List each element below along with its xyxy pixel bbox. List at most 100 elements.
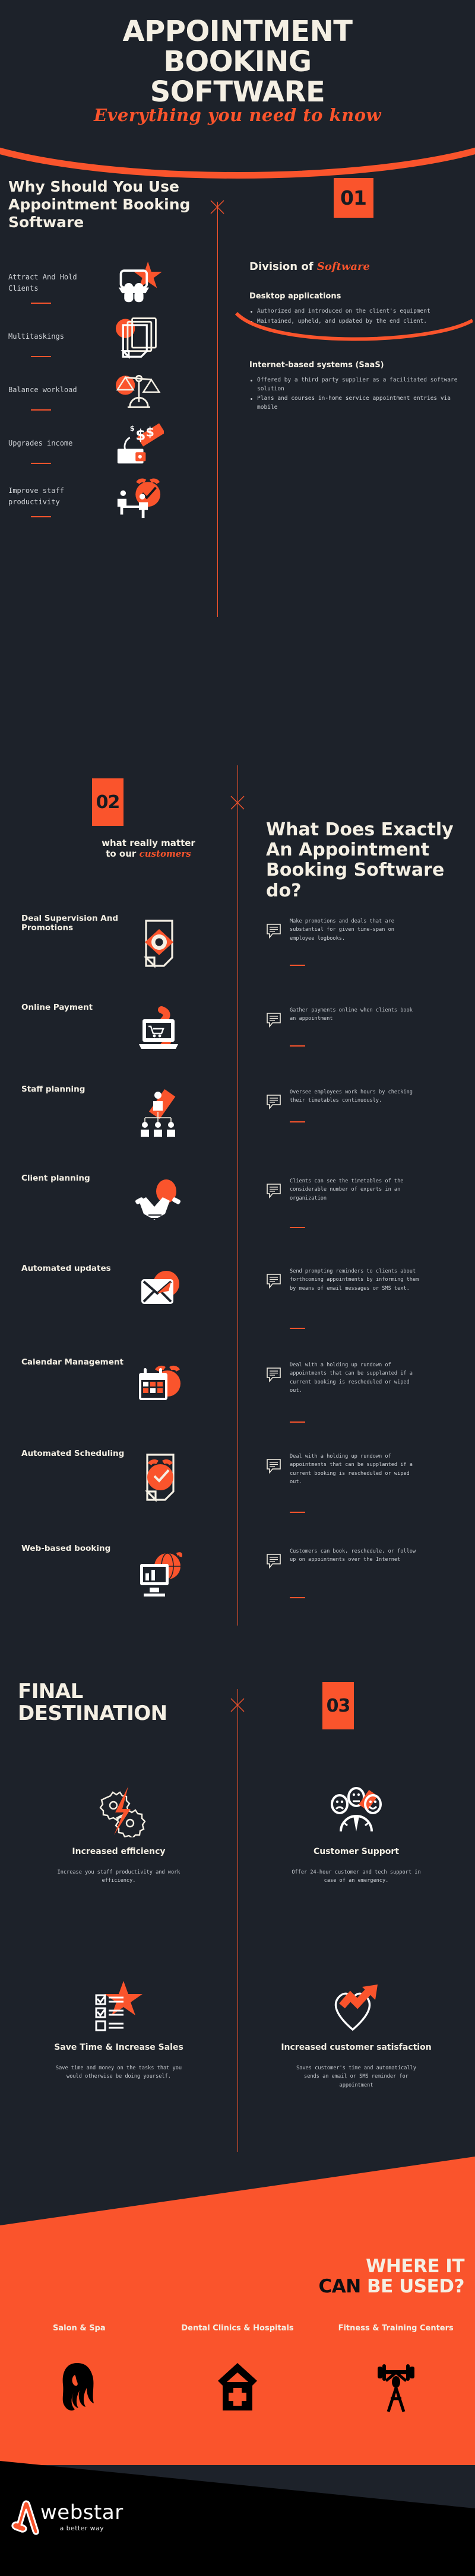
checklist-star-icon xyxy=(24,1979,214,2033)
list-item: Dental Clinics & Hospitals xyxy=(159,2324,317,2413)
feature-title: Staff planning xyxy=(21,1085,86,1094)
desktop-applications-heading: Desktop applications xyxy=(249,292,341,301)
kicker-line-2: to our customers xyxy=(92,848,205,859)
accent-rule xyxy=(290,965,305,966)
footer: webstar a better way xyxy=(0,2461,475,2576)
feature-title: Automated updates xyxy=(21,1264,111,1273)
org-chart-icon xyxy=(133,1085,190,1141)
svg-text:$: $ xyxy=(145,425,154,440)
why-item-label: Improve staff productivity xyxy=(8,486,64,506)
speech-bubble-icon xyxy=(266,1553,281,1569)
list-item: Plans and courses in-home service appoin… xyxy=(249,395,463,412)
feature-title: Deal Supervision And Promotions xyxy=(21,914,119,933)
hospital-icon xyxy=(159,2361,317,2413)
feature-description: Make promotions and deals that are subst… xyxy=(290,918,394,942)
heart-arrow-icon xyxy=(261,1979,451,2033)
section-02-kicker: what really matter to our customers xyxy=(92,838,205,859)
speech-bubble-icon xyxy=(266,1183,281,1199)
kicker-line-2-script: customers xyxy=(139,848,191,859)
brand-logo[interactable]: webstar a better way xyxy=(11,2499,124,2536)
benefit-card: Increased efficiency Increase you staff … xyxy=(24,1783,214,1885)
section-01-divider xyxy=(217,202,218,617)
handshake-icon xyxy=(133,1173,190,1230)
laptop-cart-icon xyxy=(133,1003,190,1060)
accent-rule xyxy=(31,463,51,464)
feature-row: Client planning Clients can see the time… xyxy=(0,1168,475,1257)
hair-salon-icon xyxy=(0,2361,159,2413)
final-heading-line-1: FINAL xyxy=(18,1680,83,1703)
envelope-icon xyxy=(133,1264,190,1321)
accent-rule xyxy=(290,1121,305,1122)
feature-title: Automated Scheduling xyxy=(21,1449,125,1458)
benefit-card: Increased customer satisfaction Saves cu… xyxy=(261,1979,451,2090)
list-item: Improve staff productivity xyxy=(8,473,204,520)
section-02-heading: What Does Exactly An Appointment Booking… xyxy=(266,819,454,901)
feature-row: Online Payment Gather payments online wh… xyxy=(0,997,475,1086)
hero-swoosh-decoration xyxy=(0,135,475,183)
list-item: Upgrades income $ $ $ xyxy=(8,420,204,466)
saas-bullets: Offered by a third party supplier as a f… xyxy=(249,376,463,412)
list-item: Offered by a third party supplier as a f… xyxy=(249,376,463,393)
feature-title: Online Payment xyxy=(21,1003,93,1012)
division-title-plain: Division of xyxy=(249,260,314,273)
list-item: Salon & Spa xyxy=(0,2324,159,2413)
benefit-description: Offer 24-hour customer and tech support … xyxy=(292,1869,421,1884)
stacked-documents-icon xyxy=(113,314,164,360)
why-item-label: Balance workload xyxy=(8,385,77,394)
where-title-line-2: CAN BE USED? xyxy=(318,2276,465,2298)
accent-rule xyxy=(31,356,51,357)
speech-bubble-icon xyxy=(266,1012,281,1028)
section-01-heading: Why Should You Use Appointment Booking S… xyxy=(8,178,191,231)
kicker-line-2-plain: to our xyxy=(106,848,137,859)
division-column: 01 Division of Software Desktop applicat… xyxy=(235,178,473,414)
balance-scale-icon xyxy=(113,367,164,412)
section-03: FINAL DESTINATION 03 Increased efficienc… xyxy=(0,1634,475,2157)
division-title-script: Software xyxy=(316,260,370,273)
feature-description: Customers can book, reschedule, or follo… xyxy=(290,1548,416,1563)
infographic-page: APPOINTMENT BOOKING SOFTWARE Everything … xyxy=(0,0,475,2576)
speech-bubble-icon xyxy=(266,1094,281,1110)
clients-star-icon xyxy=(113,260,164,306)
hero-subtitle: Everything you need to know xyxy=(93,104,382,125)
where-title-line-1: WHERE IT xyxy=(366,2256,464,2277)
section-02-number-badge: 02 xyxy=(92,778,124,826)
document-alarm-icon xyxy=(133,1449,190,1506)
feature-description: Deal with a holding up rundown of appoin… xyxy=(290,1362,413,1394)
section-03-heading: FINAL DESTINATION xyxy=(18,1681,167,1724)
list-item: Balance workload xyxy=(8,367,204,413)
hero-line-3: SOFTWARE xyxy=(150,75,325,109)
accent-rule xyxy=(31,303,51,304)
feature-row: Automated Scheduling Deal with a holding… xyxy=(0,1443,475,1532)
hero-line-2: BOOKING xyxy=(163,44,312,78)
section-02: 02 what really matter to our customers W… xyxy=(0,653,475,1634)
accent-rule xyxy=(31,409,51,411)
x-mark-icon xyxy=(230,1697,245,1713)
section-03-number-badge: 03 xyxy=(322,1682,354,1729)
saas-heading: Internet-based systems (SaaS) xyxy=(249,360,384,370)
benefit-title: Save Time & Increase Sales xyxy=(54,2043,183,2052)
kicker-line-1: what really matter xyxy=(102,838,195,848)
why-use-column: Why Should You Use Appointment Booking S… xyxy=(8,178,204,527)
where-title-can: CAN xyxy=(318,2276,362,2298)
weightlifter-icon xyxy=(316,2361,475,2413)
why-item-label: Multitaskings xyxy=(8,332,64,341)
accent-rule xyxy=(290,1421,305,1423)
why-item-label: Attract And Hold Clients xyxy=(8,273,77,292)
feature-title: Web-based booking xyxy=(21,1544,111,1553)
feature-description: Oversee employees work hours by checking… xyxy=(290,1089,413,1104)
why-item-label: Upgrades income xyxy=(8,438,73,447)
list-item: Attract And Hold Clients xyxy=(8,260,204,306)
feature-description: Deal with a holding up rundown of appoin… xyxy=(290,1454,413,1485)
feature-description: Clients can see the timetables of the co… xyxy=(290,1178,404,1201)
svg-text:$: $ xyxy=(135,426,145,443)
brand-tagline: a better way xyxy=(59,2524,104,2532)
speech-bubble-icon xyxy=(266,1458,281,1474)
hero-section: APPOINTMENT BOOKING SOFTWARE Everything … xyxy=(0,0,475,179)
where-title-be-used: BE USED? xyxy=(367,2276,465,2298)
awebstar-a-icon xyxy=(11,2499,44,2536)
x-mark-icon xyxy=(210,199,225,215)
section-01-number-badge: 01 xyxy=(333,178,373,218)
use-case-label: Salon & Spa xyxy=(53,2324,106,2333)
benefit-description: Increase you staff productivity and work… xyxy=(57,1869,180,1884)
feature-row: Automated updates Send prompting reminde… xyxy=(0,1258,475,1347)
